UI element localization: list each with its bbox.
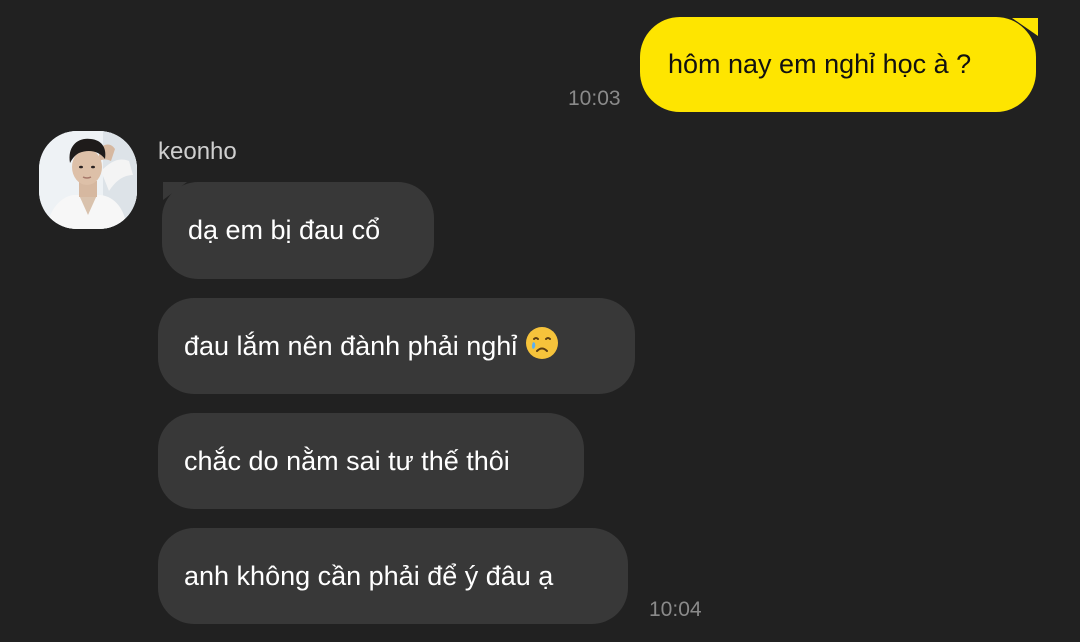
chat-area: hôm nay em nghỉ học à ? 10:03 keonho dạ [0, 0, 1080, 642]
outgoing-message-time: 10:03 [568, 87, 621, 110]
incoming-message-bubble[interactable]: anh không cần phải để ý đâu ạ [158, 528, 628, 624]
incoming-message-text: chắc do nằm sai tư thế thôi [184, 445, 510, 476]
avatar-photo-icon [39, 131, 137, 229]
incoming-message-bubble[interactable]: đau lắm nên đành phải nghỉ [158, 298, 635, 394]
incoming-message-text: anh không cần phải để ý đâu ạ [184, 560, 554, 591]
avatar[interactable] [39, 131, 137, 229]
incoming-message-text: đau lắm nên đành phải nghỉ [184, 330, 518, 361]
outgoing-message-text: hôm nay em nghỉ học à ? [668, 49, 972, 79]
incoming-message-time: 10:04 [649, 598, 702, 621]
incoming-message-bubble[interactable]: chắc do nằm sai tư thế thôi [158, 413, 584, 509]
sender-name: keonho [158, 138, 237, 165]
incoming-message-text: dạ em bị đau cổ [188, 215, 381, 245]
incoming-message-bubble[interactable]: dạ em bị đau cổ [162, 182, 434, 279]
outgoing-message-bubble[interactable]: hôm nay em nghỉ học à ? [640, 17, 1038, 112]
crying-face-icon [525, 326, 559, 367]
